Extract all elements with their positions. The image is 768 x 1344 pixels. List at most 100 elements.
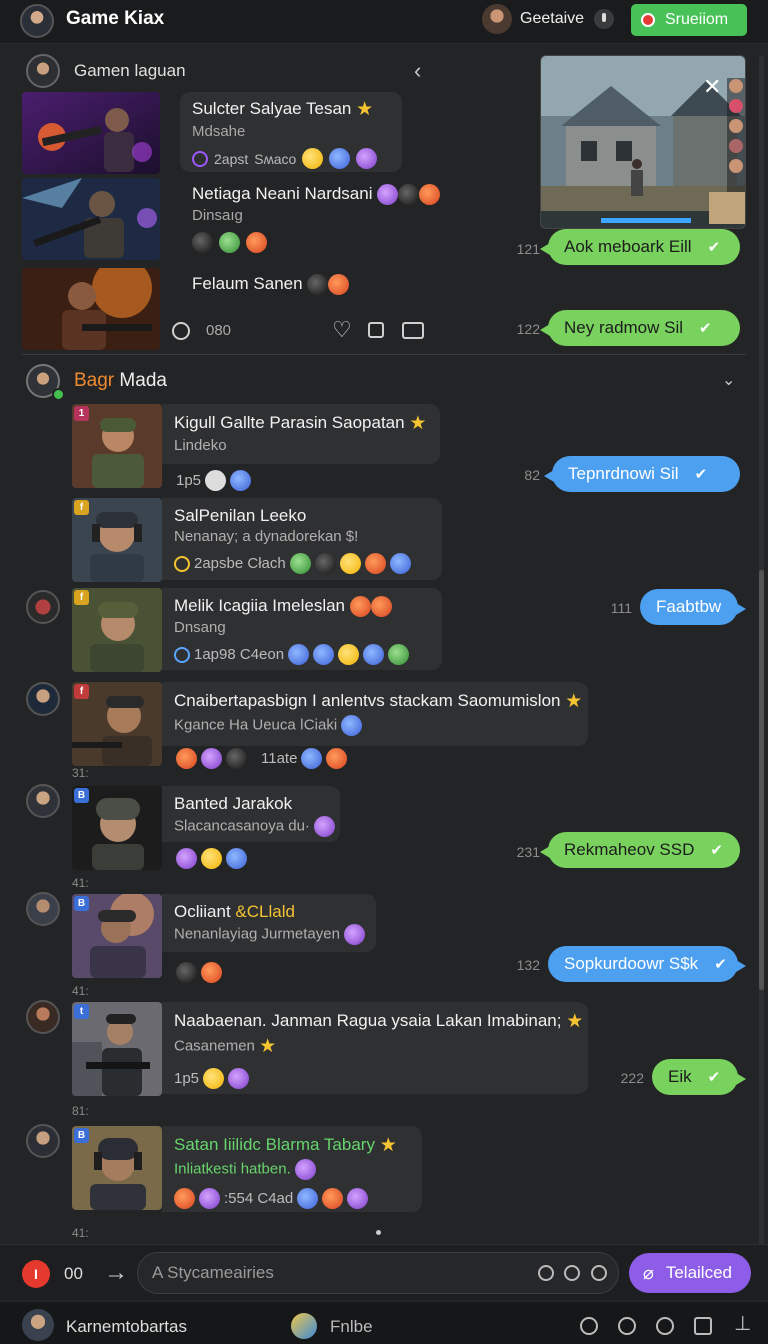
post-thumbnail[interactable]: B	[72, 1126, 162, 1210]
bottom-game-name[interactable]: Fnlbe	[330, 1317, 373, 1337]
info-icon[interactable]	[591, 1265, 607, 1281]
pin-icon[interactable]: ⊥	[734, 1314, 751, 1334]
attach-button[interactable]: ⌀ Telailced	[629, 1253, 751, 1293]
user-avatar[interactable]	[26, 682, 60, 716]
post-card[interactable]: Naabaenan. Janman Ragua ysaia Lakan Imab…	[162, 1002, 588, 1094]
emoji-icon	[344, 924, 366, 945]
scrollbar-thumb[interactable]	[759, 570, 764, 990]
post-thumbnail[interactable]: 1	[72, 404, 162, 488]
post-thumbnail[interactable]: B	[72, 786, 162, 870]
emoji-icon	[230, 470, 252, 491]
post-card[interactable]: SalPenilan Leeko Nenanay; a dynadorekan …	[162, 498, 442, 580]
game-card[interactable]: Sulcter Salyae Tesan ★ Mdsahe 2apst Sʍac…	[180, 92, 402, 172]
section-title: Bagr Mada	[74, 370, 167, 392]
user-avatar[interactable]	[26, 892, 60, 926]
post-card[interactable]: Kigull Gallte Parasin Saopatan ★ Lindeko	[162, 404, 440, 464]
settings-icon[interactable]	[580, 1317, 598, 1335]
star-icon: ★	[379, 1135, 397, 1156]
chat-bubble[interactable]: Sopkurdoowr S$k ✔	[548, 946, 746, 982]
post-meta-text: 2apsbe Cłach	[194, 555, 286, 572]
pagination-dot	[376, 1230, 381, 1235]
emoji-icon	[176, 848, 197, 869]
section-avatar[interactable]	[26, 54, 60, 88]
star-icon: ★	[409, 413, 427, 434]
game-card[interactable]: Felaum Sanen	[180, 268, 400, 308]
post-card[interactable]: Banted Jarakok Slacancasanoya du·	[162, 786, 340, 842]
mic-icon[interactable]	[594, 9, 614, 29]
emoji-icon	[314, 553, 336, 574]
emoji-icon	[313, 644, 335, 666]
game-card[interactable]: Netiaga Neani Nardsani Dinsaıg	[180, 178, 460, 260]
chat-bubble[interactable]: Tepnrdnowi Sil ✔	[544, 456, 740, 492]
controller-icon[interactable]	[656, 1317, 674, 1335]
chat-bubble-text: Ney radmow Sil	[564, 318, 684, 337]
chat-bubble[interactable]: Ney radmow Sil ✔	[540, 310, 740, 346]
emoji-icon	[388, 644, 410, 666]
chat-bubble[interactable]: Eik ✔	[652, 1059, 746, 1095]
post-card[interactable]: Melik Icagiia Imeleslan Dnsang 1ap98 C4e…	[162, 588, 442, 670]
post-title: Cnaibertapasbign I anlentvs stackam Saom…	[174, 690, 561, 710]
game-item[interactable]: Netiaga Neani Nardsani Dinsaıg	[22, 178, 442, 262]
comment-icon[interactable]	[172, 322, 190, 340]
post-card[interactable]: Cnaibertapasbign I anlentvs stackam Saom…	[162, 682, 588, 746]
post-card[interactable]: Ocliiant &CLlald Nenanlayiag Jurmetayen	[162, 894, 376, 952]
post-thumbnail[interactable]: f	[72, 588, 162, 672]
post-thumbnail[interactable]: f	[72, 498, 162, 582]
message-number: 132	[516, 957, 540, 973]
user-avatar[interactable]	[26, 590, 60, 624]
globe-icon[interactable]	[618, 1317, 636, 1335]
user-avatar[interactable]	[26, 1000, 60, 1034]
user-avatar[interactable]	[26, 1124, 60, 1158]
chevron-down-icon[interactable]: ⌄	[722, 370, 740, 389]
message-number: 111	[610, 600, 632, 616]
record-button[interactable]: I	[22, 1260, 50, 1288]
check-icon: ✔	[714, 956, 727, 973]
chevron-left-icon[interactable]: ‹	[414, 60, 432, 82]
check-icon: ✔	[707, 239, 721, 256]
post-badge: f	[74, 500, 89, 515]
bottom-user-name[interactable]: Karnemtobartas	[66, 1317, 187, 1337]
edit-icon[interactable]	[368, 322, 384, 338]
user-avatar[interactable]	[482, 4, 512, 34]
post-title: Naabaenan. Janman Ragua ysaia Lakan Imab…	[174, 1010, 562, 1030]
emoji-icon	[226, 848, 247, 869]
post-title: Melik Icagiia Imeleslan	[174, 596, 346, 615]
post-thumbnail[interactable]: f	[72, 682, 162, 766]
game-icon[interactable]	[291, 1313, 317, 1339]
post-thumbnail[interactable]: t	[72, 1002, 162, 1096]
user-avatar[interactable]	[22, 1309, 54, 1341]
tv-icon[interactable]	[402, 322, 424, 339]
chat-bubble[interactable]: Rekmaheov SSD ✔	[540, 832, 740, 868]
user-name[interactable]: Geetaive	[520, 10, 584, 28]
section-title: Gamen laguan	[74, 61, 186, 80]
message-number: 121	[516, 241, 540, 257]
emoji-picker-icon[interactable]	[538, 1265, 554, 1281]
chat-bubble[interactable]: Aok meboark Eill ✔	[540, 229, 740, 265]
post-thumbnail[interactable]: B	[72, 894, 162, 978]
app-avatar[interactable]	[20, 4, 54, 38]
window-icon[interactable]	[694, 1317, 712, 1335]
game-meta: 2apst	[214, 150, 249, 167]
game-item[interactable]: Sulcter Salyae Tesan ★ Mdsahe 2apst Sʍac…	[22, 92, 402, 176]
stream-button[interactable]: Srueiiom	[631, 4, 747, 36]
post-card[interactable]: Satan Iiilidc Blarma Tabary ★ Inliatkest…	[162, 1126, 422, 1212]
post-meta	[176, 848, 247, 869]
composer-count: 00	[64, 1264, 83, 1283]
heart-icon[interactable]: ♡	[332, 318, 352, 342]
post-meta-text: 11ate	[261, 750, 298, 767]
emoji-icon	[301, 748, 323, 769]
emoji-icon	[314, 816, 336, 837]
chat-bubble[interactable]: Faabtbw	[640, 589, 746, 625]
check-icon: ✔	[710, 842, 723, 859]
smile-icon[interactable]	[564, 1265, 580, 1281]
close-icon[interactable]: ✕	[703, 76, 721, 98]
message-number: 222	[620, 1070, 644, 1086]
post-title-highlight: &CLlald	[235, 902, 295, 921]
record-dot-icon	[641, 13, 655, 27]
emoji-icon	[341, 715, 363, 736]
user-avatar[interactable]	[26, 784, 60, 818]
arrow-right-icon[interactable]: →	[104, 1259, 128, 1287]
post-title: SalPenilan Leeko	[174, 506, 307, 525]
chat-bubble-text: Eik	[668, 1067, 692, 1086]
post-subtitle: Lindeko	[174, 437, 227, 454]
